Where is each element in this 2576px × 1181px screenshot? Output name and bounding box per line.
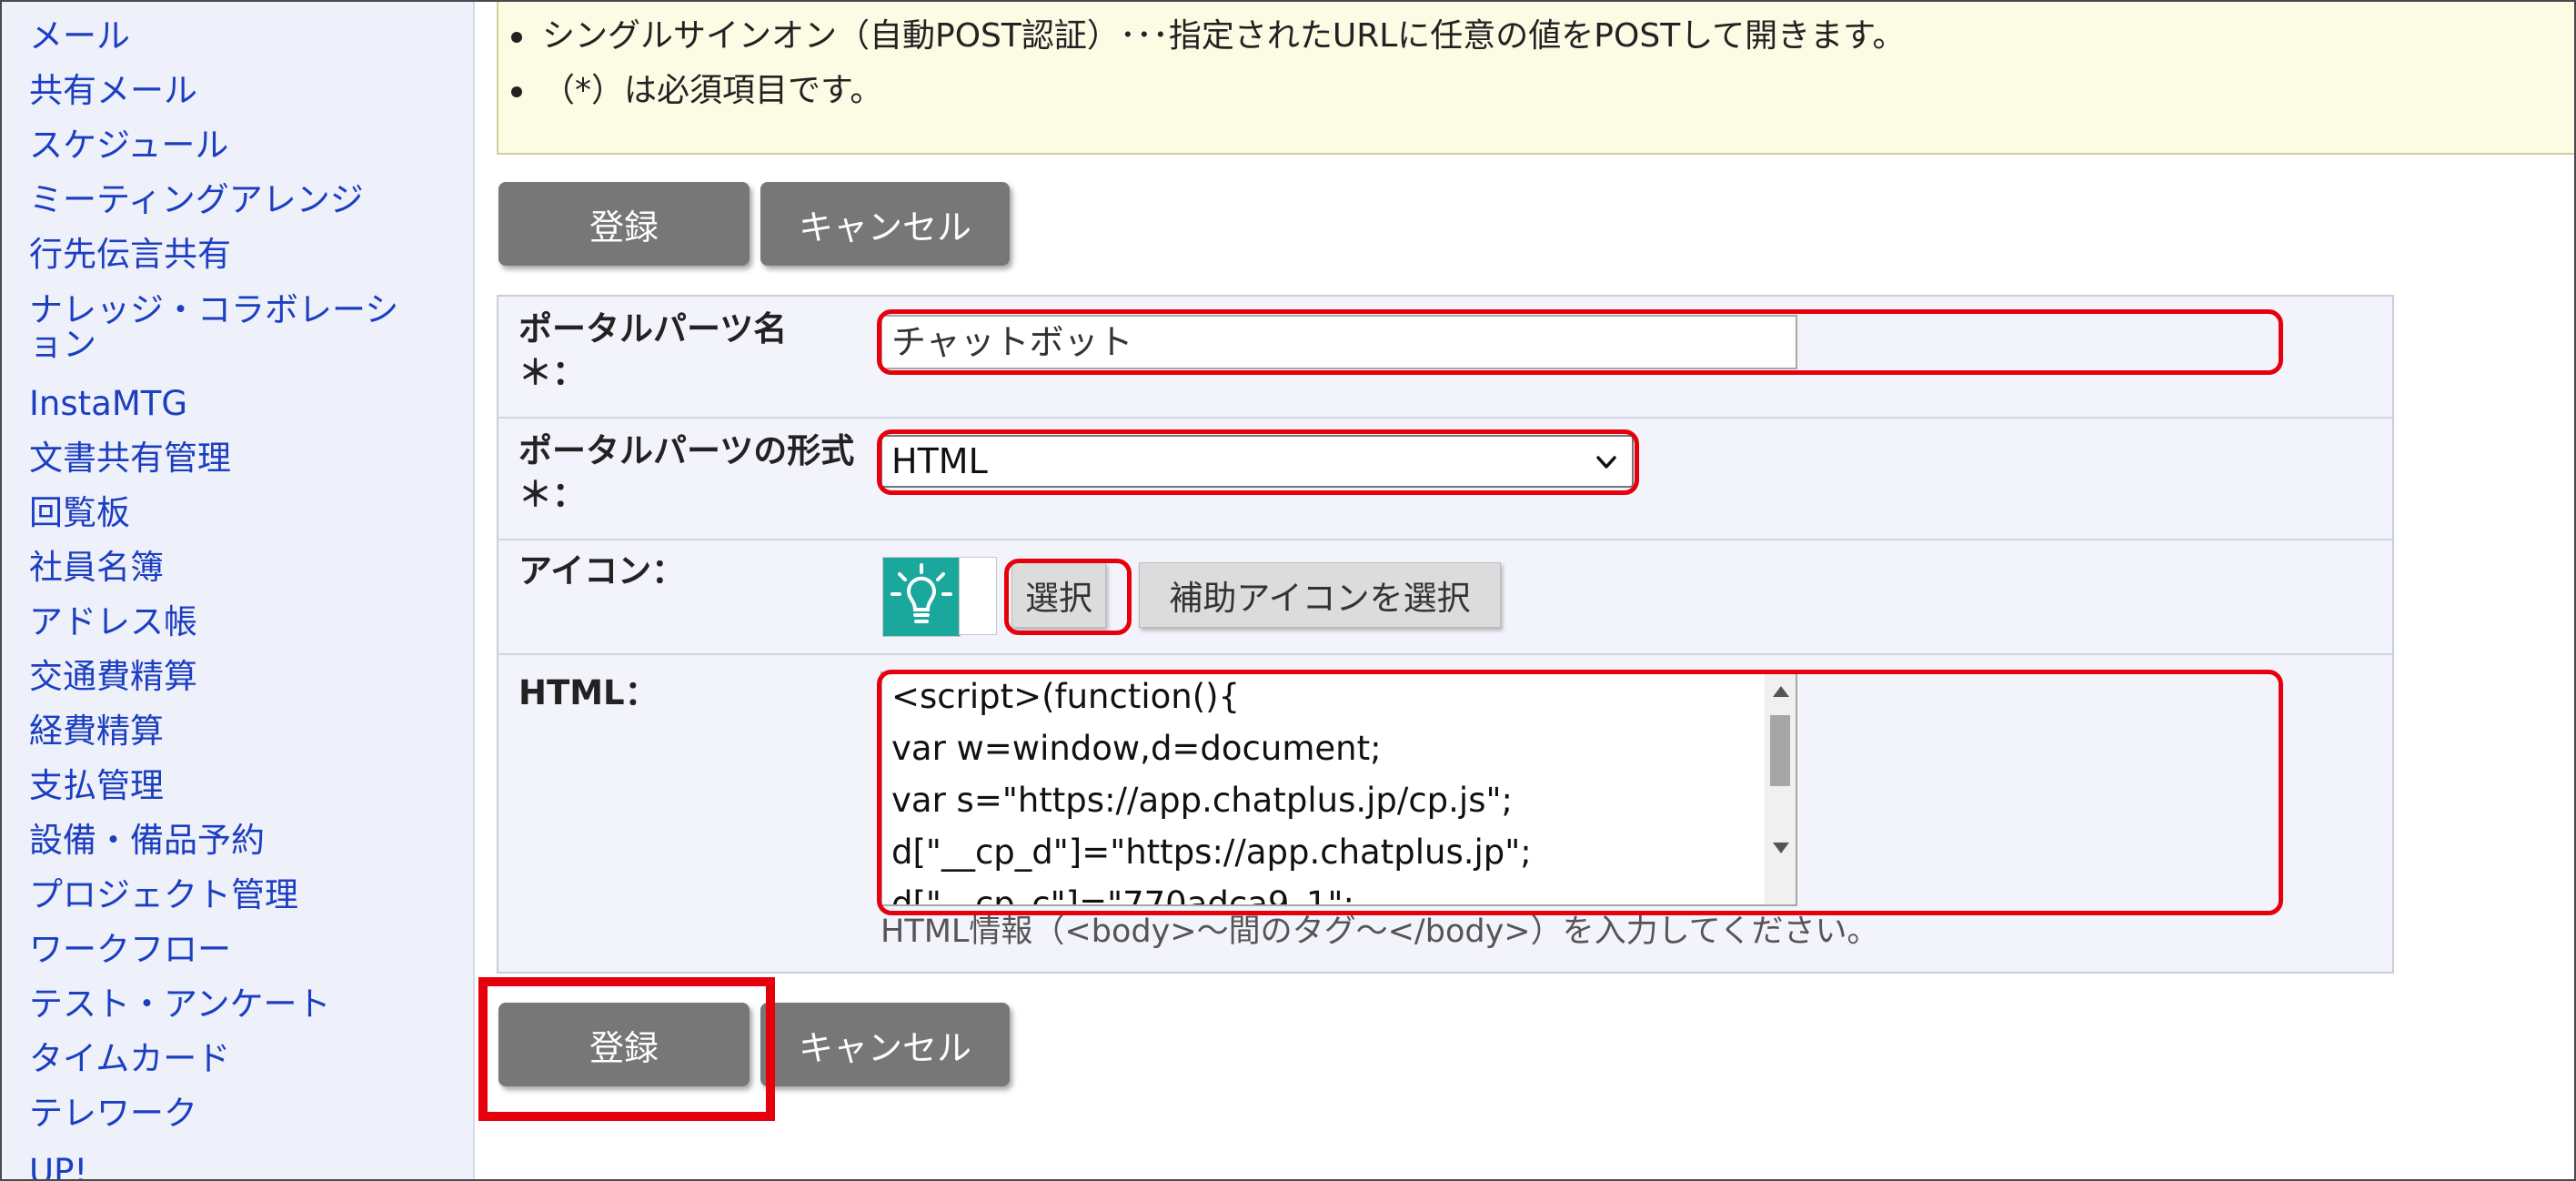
portal-part-format-label: ポータルパーツの形式＊： xyxy=(518,431,855,514)
portal-part-form: ポータルパーツ名＊： チャットボット ポータルパーツの形式＊： HTML アイコ… xyxy=(497,295,2394,974)
sidebar-item-project[interactable]: プロジェクト管理 xyxy=(29,877,457,914)
row-divider xyxy=(498,417,2392,419)
html-hint: HTML情報（<body>〜間のタグ〜</body>）を入力してください。 xyxy=(880,914,1879,950)
textarea-scrollbar[interactable] xyxy=(1765,673,1796,904)
register-button-top[interactable]: 登録 xyxy=(498,182,750,266)
portal-part-format-select[interactable]: HTML xyxy=(880,435,1634,488)
cancel-button-top[interactable]: キャンセル xyxy=(760,182,1010,266)
html-label: HTML： xyxy=(518,673,659,712)
sidebar-item-shared-mail[interactable]: 共有メール xyxy=(29,73,457,109)
sidebar-item-telework[interactable]: テレワーク xyxy=(29,1095,457,1132)
scroll-thumb[interactable] xyxy=(1770,715,1790,786)
scroll-up-arrow-icon[interactable] xyxy=(1773,686,1789,697)
row-divider xyxy=(498,539,2392,540)
select-aux-icon-button[interactable]: 補助アイコンを選択 xyxy=(1139,562,1501,628)
sidebar-item-schedule[interactable]: スケジュール xyxy=(29,127,457,164)
sidebar-item-instamtg[interactable]: InstaMTG xyxy=(29,386,457,422)
info-item: （*）は必須項目です。 xyxy=(510,72,883,109)
code-line: <script>(function(){ xyxy=(891,677,1241,716)
code-line: var s="https://app.chatplus.jp/cp.js"; xyxy=(891,781,1513,820)
row-divider xyxy=(498,653,2392,655)
sidebar: メール 共有メール スケジュール ミーティングアレンジ 行先伝言共有 ナレッジ・… xyxy=(2,2,475,1179)
sidebar-item-meeting-arrange[interactable]: ミーティングアレンジ xyxy=(29,182,457,218)
format-selected-value: HTML xyxy=(891,441,988,481)
code-line: d["__cp_d"]="https://app.chatplus.jp"; xyxy=(891,833,1532,872)
code-line: d["__cp_c"]="770adca9_1"; xyxy=(891,884,1354,906)
sidebar-item-address-book[interactable]: アドレス帳 xyxy=(29,604,457,641)
sidebar-item-expense[interactable]: 経費精算 xyxy=(29,713,457,750)
sidebar-item-transport-expense[interactable]: 交通費精算 xyxy=(29,659,457,695)
sidebar-item-survey[interactable]: テスト・アンケート xyxy=(29,986,457,1023)
lightbulb-icon xyxy=(882,557,961,637)
scroll-down-arrow-icon[interactable] xyxy=(1773,843,1789,853)
sidebar-item-payment[interactable]: 支払管理 xyxy=(29,768,457,804)
html-textarea[interactable]: <script>(function(){ var w=window,d=docu… xyxy=(880,671,1797,906)
sidebar-item-mail[interactable]: メール xyxy=(29,18,457,55)
info-item: シングルサインオン（自動POST認証）･･･指定されたURLに任意の値をPOST… xyxy=(511,17,1906,55)
info-box: シングルサインオン（自動POST認証）･･･指定されたURLに任意の値をPOST… xyxy=(497,2,2574,155)
sidebar-item-circular[interactable]: 回覧板 xyxy=(29,495,457,531)
portal-part-name-label: ポータルパーツ名＊： xyxy=(518,309,788,392)
sidebar-item-knowledge[interactable]: ナレッジ・コラボレーション xyxy=(29,293,429,362)
code-line: var w=window,d=document; xyxy=(891,729,1382,768)
sidebar-item-facility[interactable]: 設備・備品予約 xyxy=(29,823,457,859)
sidebar-item-documents[interactable]: 文書共有管理 xyxy=(29,440,457,477)
portal-part-name-input[interactable]: チャットボット xyxy=(880,315,1797,369)
sidebar-item-whereabouts[interactable]: 行先伝言共有 xyxy=(29,237,457,273)
cancel-button-bottom[interactable]: キャンセル xyxy=(760,1003,1010,1086)
sidebar-item-directory[interactable]: 社員名簿 xyxy=(29,550,457,586)
sidebar-item-timecard[interactable]: タイムカード xyxy=(29,1041,457,1077)
app-window: メール 共有メール スケジュール ミーティングアレンジ 行先伝言共有 ナレッジ・… xyxy=(0,0,2576,1181)
sidebar-item-workflow[interactable]: ワークフロー xyxy=(29,932,457,968)
icon-placeholder xyxy=(959,557,997,635)
register-button-bottom[interactable]: 登録 xyxy=(498,1003,750,1086)
icon-label: アイコン： xyxy=(518,551,686,590)
chevron-down-icon xyxy=(1596,456,1616,469)
sidebar-item-up[interactable]: UP! xyxy=(29,1154,457,1180)
select-icon-button[interactable]: 選択 xyxy=(1011,562,1106,628)
